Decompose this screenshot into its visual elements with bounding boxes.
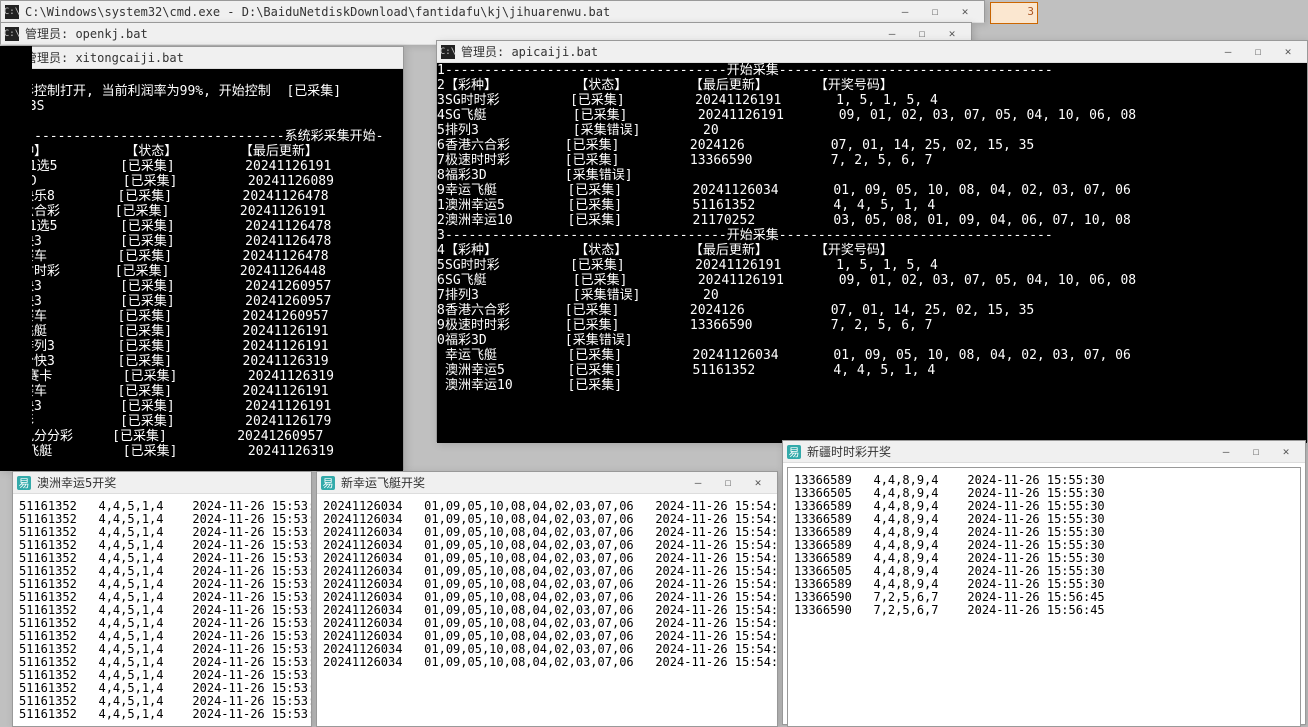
console-xitongcaiji[interactable]: 采集 未眠系统彩控制打开, 当前利润率为99%, 开始控制 [已采集] 采眠 休… — [0, 69, 403, 471]
maximize-button[interactable]: ☐ — [920, 2, 950, 22]
title-xinxingyunfeiting: 新幸运飞艇开奖 — [341, 474, 683, 491]
maximize-button[interactable]: ☐ — [713, 473, 743, 493]
console-apicaiji[interactable]: ------------------------------------开始采集… — [445, 63, 1307, 443]
content-xinjiangssc[interactable]: 13366589 4,4,8,9,4 2024-11-26 15:55:30 1… — [787, 467, 1301, 727]
title-apicaiji: 管理员: apicaiji.bat — [461, 43, 1213, 60]
maximize-button[interactable]: ☐ — [1243, 42, 1273, 62]
window-jihuarenwu[interactable]: C:\ C:\Windows\system32\cmd.exe - D:\Bai… — [0, 0, 985, 22]
minimize-button[interactable]: — — [683, 473, 713, 493]
close-button[interactable]: ✕ — [1273, 42, 1303, 62]
console-bg-left — [0, 46, 32, 470]
content-aozhou5[interactable]: 51161352 4,4,5,1,4 2024-11-26 15:53:40 5… — [13, 494, 311, 726]
titlebar-apicaiji[interactable]: C:\ 管理员: apicaiji.bat — ☐ ✕ — [437, 41, 1307, 63]
content-xinxingyunfeiting[interactable]: 20241126034 01,09,05,10,08,04,02,03,07,0… — [317, 494, 777, 726]
app-icon: 易 — [787, 445, 801, 459]
console-apicaiji-leftstrip: 1 2 3 4 5 6 7 8 9 1 2 3 4 5 6 7 8 9 0 — [437, 63, 445, 443]
cmd-icon: C:\ — [441, 45, 455, 59]
title-jihuarenwu: C:\Windows\system32\cmd.exe - D:\BaiduNe… — [25, 5, 890, 19]
app-icon: 易 — [17, 476, 31, 490]
close-button[interactable]: ✕ — [950, 2, 980, 22]
titlebar-xinxingyunfeiting[interactable]: 易 新幸运飞艇开奖 — ☐ ✕ — [317, 472, 777, 494]
titlebar-aozhou5[interactable]: 易 澳洲幸运5开奖 — [13, 472, 311, 494]
window-xitongcaiji[interactable]: C:\ 管理员: xitongcaiji.bat 采集 未眠系统彩控制打开, 当… — [0, 46, 404, 470]
cmd-icon: C:\ — [5, 5, 19, 19]
close-button[interactable]: ✕ — [743, 473, 773, 493]
window-xinxingyunfeiting[interactable]: 易 新幸运飞艇开奖 — ☐ ✕ 20241126034 01,09,05,10,… — [316, 471, 778, 727]
titlebar-xinjiangssc[interactable]: 易 新疆时时彩开奖 — ☐ ✕ — [783, 441, 1305, 463]
minimize-button[interactable]: — — [1211, 442, 1241, 462]
titlebar-jihuarenwu[interactable]: C:\ C:\Windows\system32\cmd.exe - D:\Bai… — [1, 1, 984, 23]
app-icon: 易 — [321, 476, 335, 490]
window-aozhou5[interactable]: 易 澳洲幸运5开奖 51161352 4,4,5,1,4 2024-11-26 … — [12, 471, 312, 727]
window-xinjiangssc[interactable]: 易 新疆时时彩开奖 — ☐ ✕ 13366589 4,4,8,9,4 2024-… — [782, 440, 1306, 725]
title-xitongcaiji: 管理员: xitongcaiji.bat — [25, 49, 399, 66]
minimize-button[interactable]: — — [890, 2, 920, 22]
window-apicaiji[interactable]: C:\ 管理员: apicaiji.bat — ☐ ✕ 1 2 3 4 5 6 … — [436, 40, 1308, 442]
minimize-button[interactable]: — — [1213, 42, 1243, 62]
title-aozhou5: 澳洲幸运5开奖 — [37, 474, 307, 491]
maximize-button[interactable]: ☐ — [1241, 442, 1271, 462]
titlebar-xitongcaiji[interactable]: C:\ 管理员: xitongcaiji.bat — [1, 47, 403, 69]
title-xinjiangssc: 新疆时时彩开奖 — [807, 443, 1211, 460]
close-button[interactable]: ✕ — [1271, 442, 1301, 462]
background-fragment: 3 — [990, 2, 1038, 24]
cmd-icon: C:\ — [5, 27, 19, 41]
